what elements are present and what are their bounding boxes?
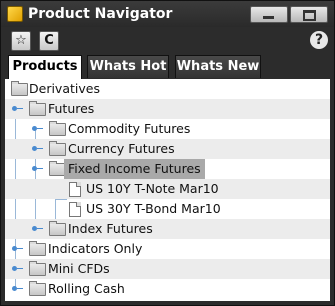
refresh-icon[interactable]: C [39, 31, 59, 51]
expand-toggle-icon[interactable] [32, 165, 44, 173]
tree-item-label: US 30Y T-Bond Mar10 [86, 201, 221, 216]
expand-toggle-icon[interactable] [32, 225, 44, 233]
tree-item-label: Rolling Cash [48, 281, 125, 296]
product-tree: Derivatives Futures Commodity Futures Cu… [5, 79, 330, 301]
tab-whats-new[interactable]: Whats New [175, 55, 261, 78]
tree-item-label: Fixed Income Futures [64, 159, 205, 179]
folder-icon [49, 141, 66, 156]
tree-item-label: Derivatives [29, 81, 100, 96]
expand-toggle-icon[interactable] [32, 145, 44, 153]
folder-icon [49, 121, 66, 136]
window-title: Product Navigator [28, 6, 173, 22]
expand-toggle-icon[interactable] [12, 245, 24, 253]
document-icon [69, 182, 81, 197]
tab-bar: Products Whats Hot Whats New [1, 55, 334, 80]
tree-item-label: Index Futures [68, 221, 153, 236]
tree-item-label: Commodity Futures [68, 121, 191, 136]
tree-item-label: Mini CFDs [48, 261, 110, 276]
folder-icon [29, 241, 46, 256]
tree-item-futures[interactable]: Futures [5, 99, 330, 119]
expand-toggle-icon[interactable] [32, 125, 44, 133]
folder-icon [49, 221, 66, 236]
folder-icon [29, 281, 46, 296]
folder-icon [11, 81, 28, 96]
tree-item-label: US 10Y T-Note Mar10 [86, 181, 219, 196]
restore-button[interactable] [290, 6, 328, 23]
tree-item-index-futures[interactable]: Index Futures [5, 219, 330, 239]
tree-item-label: Indicators Only [48, 241, 143, 256]
tree-item-derivatives[interactable]: Derivatives [5, 79, 330, 99]
tree-item-us-30y-t-bond[interactable]: US 30Y T-Bond Mar10 [5, 199, 330, 219]
app-square-icon [7, 6, 23, 22]
expand-toggle-icon[interactable] [12, 285, 24, 293]
tree-item-indicators-only[interactable]: Indicators Only [5, 239, 330, 259]
folder-icon [29, 101, 46, 116]
star-icon[interactable]: ☆ [11, 31, 31, 51]
expand-toggle-icon[interactable] [12, 105, 24, 113]
tree-item-mini-cfds[interactable]: Mini CFDs [5, 259, 330, 279]
help-icon[interactable]: ? [310, 31, 328, 49]
tree-item-fixed-income-futures[interactable]: Fixed Income Futures [5, 159, 330, 179]
tree-item-currency-futures[interactable]: Currency Futures [5, 139, 330, 159]
tree-item-us-10y-t-note[interactable]: US 10Y T-Note Mar10 [5, 179, 330, 199]
document-icon [69, 202, 81, 217]
product-navigator-window: Product Navigator ☆ C ? Products Whats H… [0, 0, 335, 306]
tree-item-label: Currency Futures [68, 141, 175, 156]
tree-item-commodity-futures[interactable]: Commodity Futures [5, 119, 330, 139]
title-bar[interactable]: Product Navigator [1, 1, 334, 27]
tab-products[interactable]: Products [8, 55, 82, 80]
tree-item-rolling-cash[interactable]: Rolling Cash [5, 279, 330, 299]
expand-toggle-icon[interactable] [12, 265, 24, 273]
toolbar: ☆ C [1, 27, 334, 55]
tab-whats-hot[interactable]: Whats Hot [87, 55, 169, 78]
minimize-button[interactable] [250, 6, 288, 23]
tree-item-label: Futures [48, 101, 95, 116]
folder-icon [29, 261, 46, 276]
